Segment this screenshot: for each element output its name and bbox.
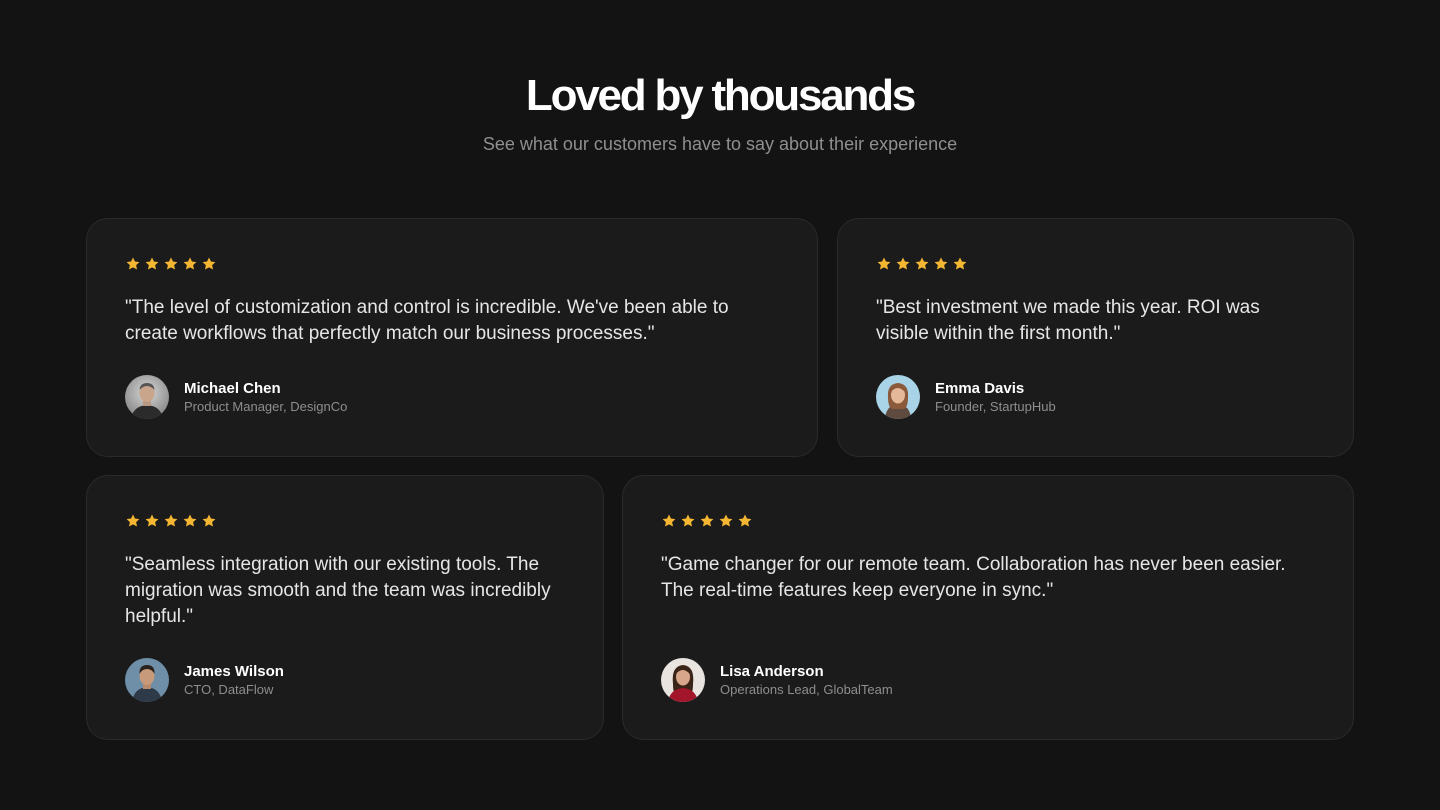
testimonial-card: "Game changer for our remote team. Colla…: [622, 475, 1354, 740]
author-name: Emma Davis: [935, 379, 1025, 397]
star-rating: [661, 512, 1315, 530]
author-role: Operations Lead, GlobalTeam: [720, 681, 893, 697]
author-name: James Wilson: [184, 662, 284, 680]
star-icon: [183, 514, 197, 527]
star-icon: [681, 514, 695, 527]
star-icon: [915, 257, 929, 270]
star-rating: [125, 255, 779, 273]
author-role: Founder, StartupHub: [935, 398, 1056, 414]
testimonial-card: "The level of customization and control …: [86, 218, 818, 457]
star-icon: [953, 257, 967, 270]
star-icon: [877, 257, 891, 270]
star-icon: [662, 514, 676, 527]
testimonial-quote: "Best investment we made this year. ROI …: [876, 297, 1260, 344]
star-icon: [202, 514, 216, 527]
section-subtitle: See what our customers have to say about…: [482, 134, 958, 154]
author-role: Product Manager, DesignCo: [184, 398, 348, 414]
star-icon: [145, 257, 159, 270]
testimonial-quote: "Game changer for our remote team. Colla…: [661, 554, 1286, 601]
star-icon: [700, 514, 714, 527]
star-icon: [934, 257, 948, 270]
star-icon: [126, 514, 140, 527]
star-rating: [125, 512, 565, 530]
star-icon: [145, 514, 159, 527]
testimonial-quote: "The level of customization and control …: [125, 297, 729, 344]
testimonial-author: Lisa Anderson Operations Lead, GlobalTea…: [661, 658, 893, 702]
avatar: [125, 375, 169, 419]
star-icon: [738, 514, 752, 527]
star-icon: [896, 257, 910, 270]
section-title: Loved by thousands: [525, 71, 916, 120]
testimonial-author: Emma Davis Founder, StartupHub: [876, 375, 1056, 419]
testimonial-card: "Best investment we made this year. ROI …: [837, 218, 1354, 457]
star-icon: [164, 514, 178, 527]
star-rating: [876, 255, 1315, 273]
author-role: CTO, DataFlow: [184, 681, 274, 697]
star-icon: [719, 514, 733, 527]
testimonials-section: Loved by thousands See what our customer…: [0, 0, 1440, 810]
star-icon: [183, 257, 197, 270]
avatar: [876, 375, 920, 419]
avatar: [125, 658, 169, 702]
testimonial-card: "Seamless integration with our existing …: [86, 475, 604, 740]
testimonial-author: Michael Chen Product Manager, DesignCo: [125, 375, 347, 419]
testimonial-quote: "Seamless integration with our existing …: [125, 554, 551, 627]
author-name: Michael Chen: [184, 379, 281, 397]
star-icon: [164, 257, 178, 270]
star-icon: [126, 257, 140, 270]
star-icon: [202, 257, 216, 270]
avatar: [661, 658, 705, 702]
testimonial-author: James Wilson CTO, DataFlow: [125, 658, 284, 702]
author-name: Lisa Anderson: [720, 662, 824, 680]
